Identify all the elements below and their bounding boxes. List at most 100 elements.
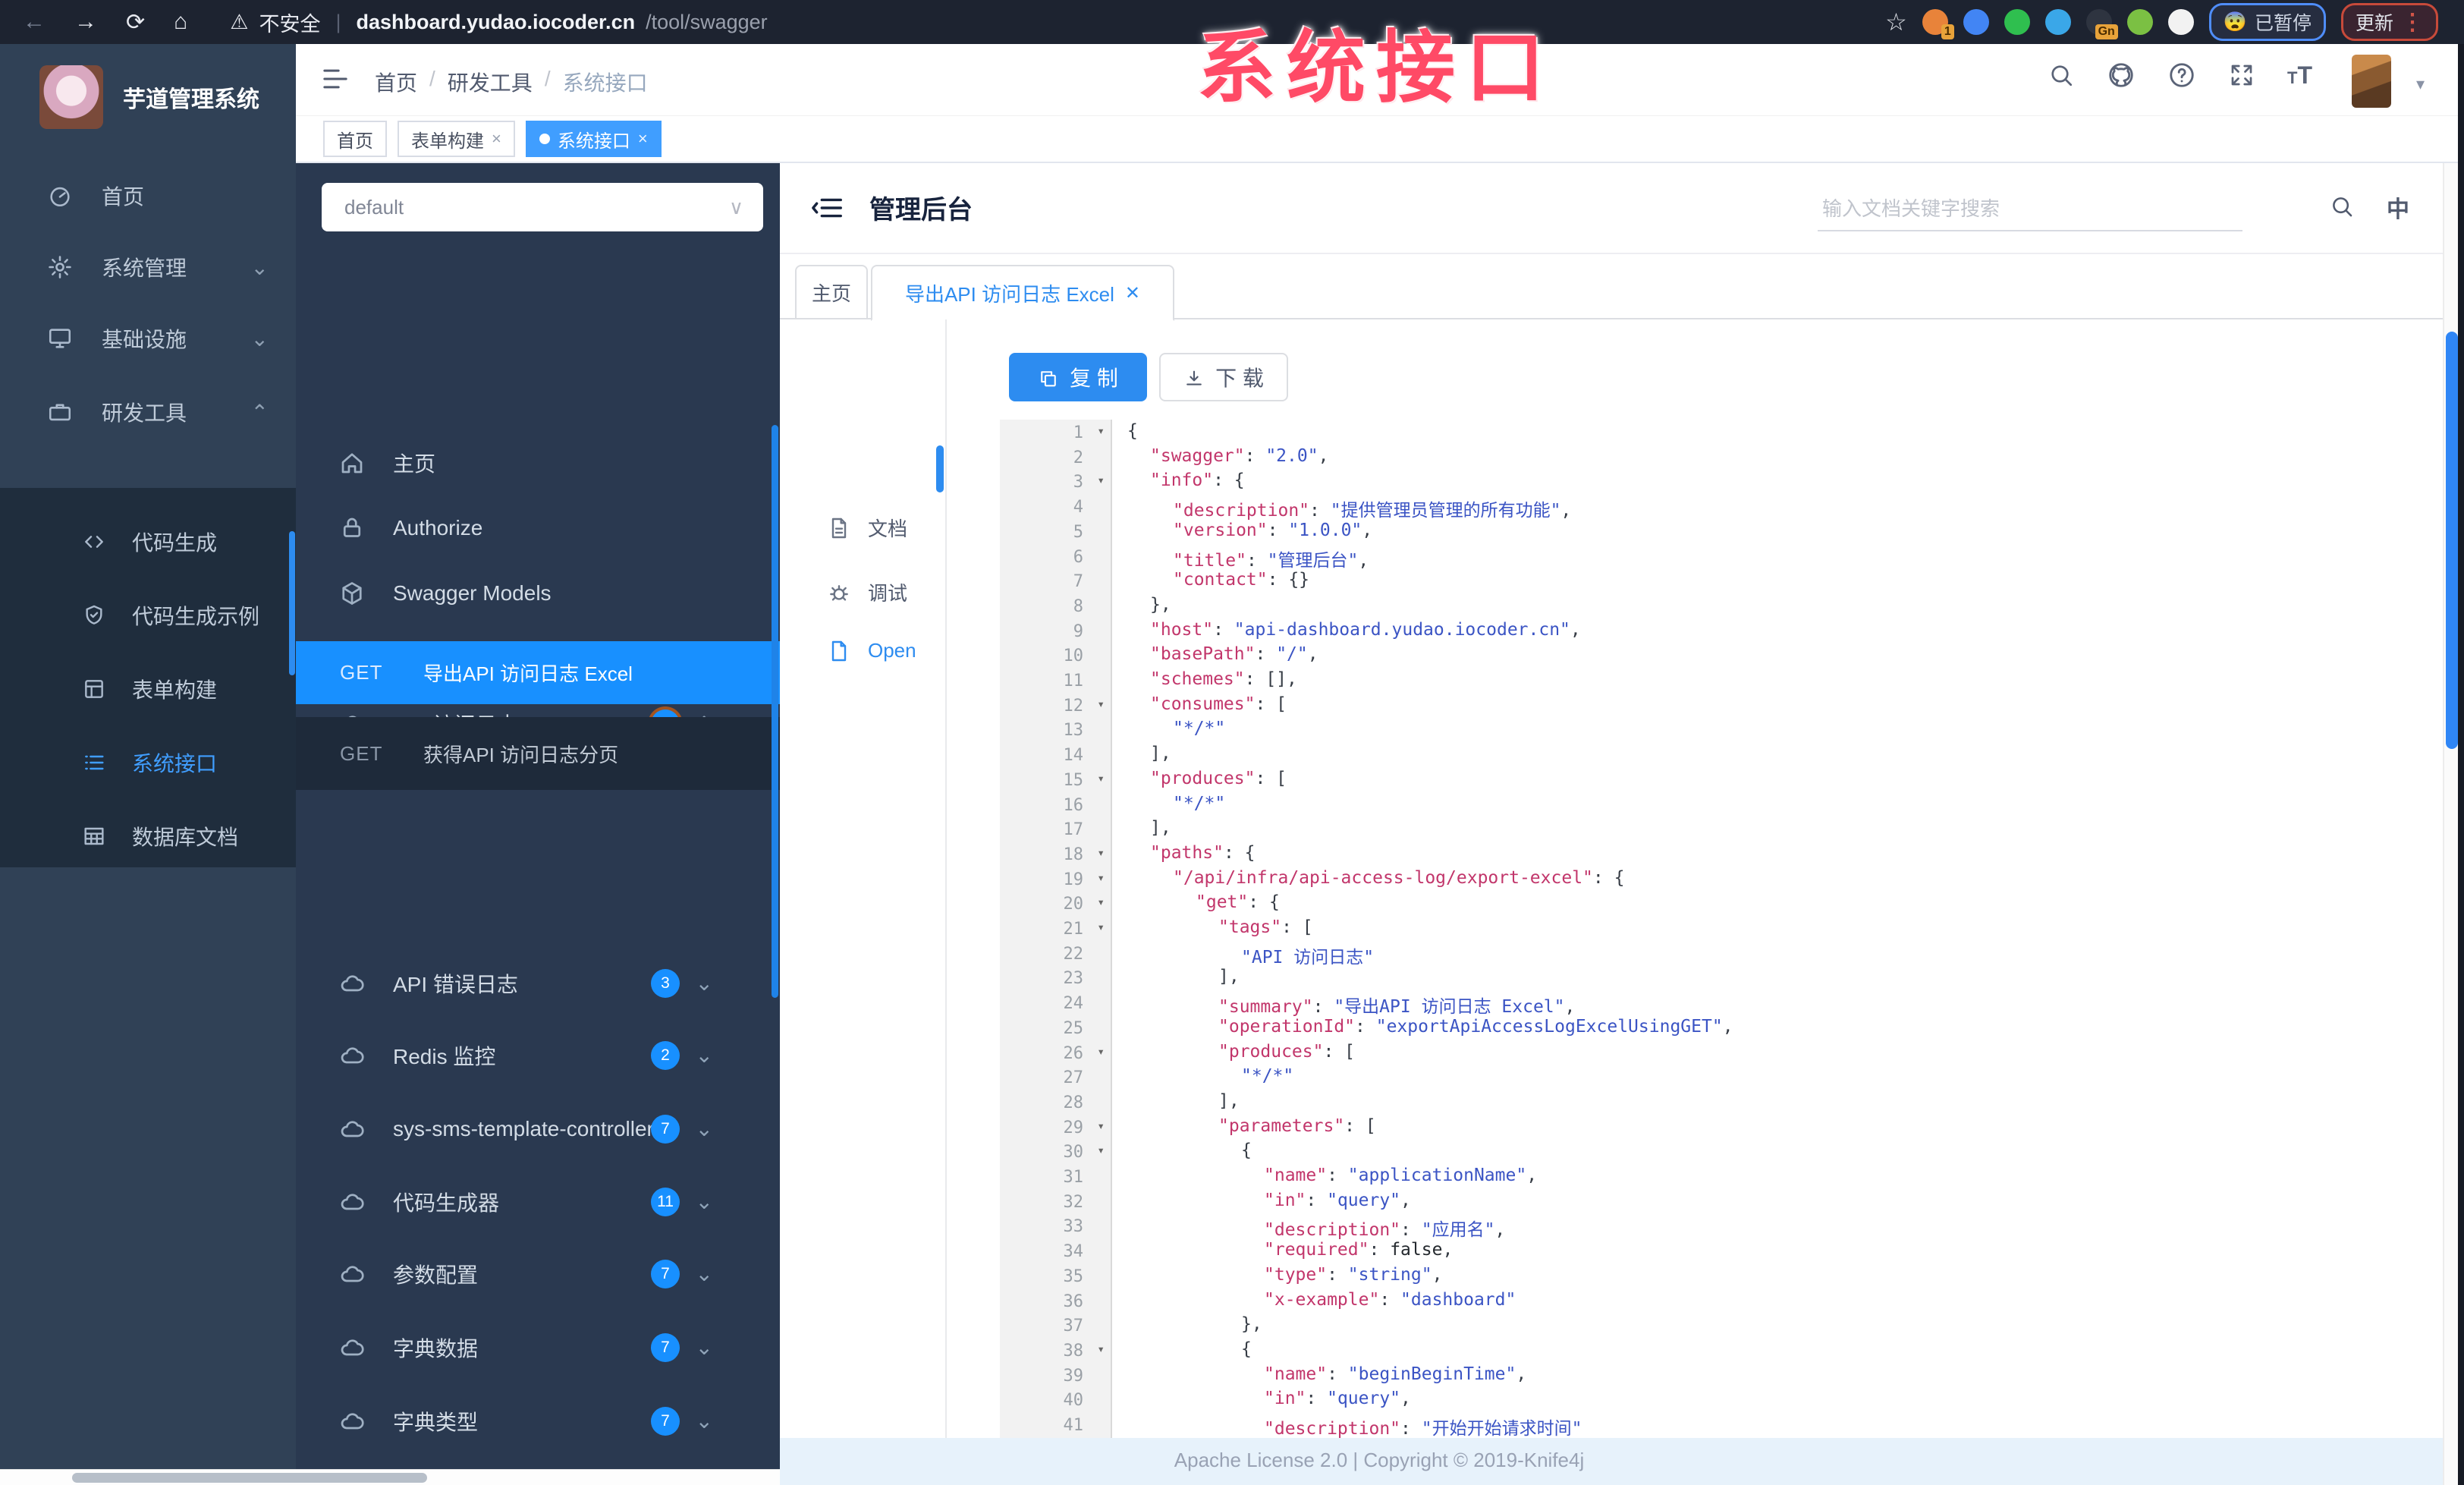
warning-icon: ⚠ [230, 10, 249, 33]
api-group-sys-sms-template-controller[interactable]: sys-sms-template-controller 7 ⌄ [296, 1093, 780, 1165]
fold-icon[interactable]: ▾ [1097, 845, 1105, 860]
close-icon[interactable]: ✕ [1125, 282, 1140, 304]
sidebar-item-系统管理[interactable]: 系统管理 ⌄ [0, 231, 296, 303]
sidebar-item-研发工具[interactable]: 研发工具 ⌃ [0, 376, 296, 448]
sidebar-scrollbar-thumb[interactable] [289, 531, 295, 675]
breadcrumb-item[interactable]: 系统接口 [563, 67, 648, 97]
side-tab-调试[interactable]: 调试 [827, 571, 907, 613]
breadcrumb-item[interactable]: 研发工具 [448, 67, 533, 97]
extension-drop-icon[interactable] [1963, 9, 1989, 35]
fold-icon[interactable]: ▾ [1097, 697, 1105, 711]
address-bar[interactable]: ⚠ 不安全 | dashboard.yudao.iocoder.cn/tool/… [230, 8, 767, 37]
browser-home-icon[interactable]: ⌂ [174, 9, 187, 35]
fold-icon[interactable]: ▾ [1097, 771, 1105, 785]
fold-icon[interactable]: ▾ [1097, 423, 1105, 438]
avatar[interactable] [2352, 55, 2391, 108]
code-editor[interactable]: 1 ▾ 2 3 ▾ 4 5 6 7 8 9 10 11 12 ▾ 13 14 15 ▾ 16 17 18 ▾ 19 ▾ 20 ▾ 21… [1000, 420, 2464, 1438]
operation-row[interactable]: GET 获得API 访问日志分页 [296, 717, 780, 790]
api-group-API 错误日志[interactable]: API 错误日志 3 ⌄ [296, 947, 780, 1019]
language-icon[interactable]: 中 [2387, 190, 2409, 224]
fold-icon[interactable]: ▾ [1097, 473, 1105, 487]
sidebar-subitem-系统接口[interactable]: 系统接口 [0, 725, 296, 799]
api-group-代码生成器[interactable]: 代码生成器 11 ⌄ [296, 1166, 780, 1238]
extension-gn-icon[interactable]: Gn [2085, 9, 2118, 39]
code-line: "required": false, [1264, 1240, 1454, 1260]
breadcrumb-item[interactable]: 首页 [375, 67, 417, 97]
horizontal-scrollbar[interactable] [0, 1469, 780, 1485]
side-tab-Open[interactable]: Open [827, 629, 916, 672]
close-icon[interactable]: × [638, 129, 648, 149]
extension-blue-icon[interactable] [2044, 9, 2071, 35]
fold-icon[interactable]: ▾ [1097, 1118, 1105, 1133]
app-logo: 芋道管理系统 [0, 44, 296, 129]
code-line: "*/*" [1241, 1066, 1294, 1087]
copy-button[interactable]: 复 制 [1009, 353, 1147, 401]
count-badge: 7 [651, 1332, 680, 1362]
browser-forward-icon[interactable]: → [74, 9, 97, 35]
tags-view-bar: 首页 表单构建 × 系统接口 × [296, 115, 2464, 163]
code-line: "tags": [ [1218, 917, 1313, 937]
paused-extension-pill[interactable]: 😨 已暂停 [2208, 3, 2326, 41]
api-group-select[interactable]: default ∨ [322, 183, 763, 231]
chevron-down-icon: ⌄ [695, 1190, 713, 1213]
sidebar-subitem-代码生成[interactable]: 代码生成 [0, 505, 296, 578]
tag-系统接口[interactable]: 系统接口 × [525, 121, 662, 157]
api-group-字典数据[interactable]: 字典数据 7 ⌄ [296, 1311, 780, 1383]
code-line: ], [1150, 744, 1171, 764]
bookmark-star-icon[interactable]: ☆ [1885, 8, 1907, 36]
fold-icon[interactable]: ▾ [1097, 870, 1105, 885]
window-edge [2458, 44, 2464, 1485]
count-badge: 2 [651, 1040, 680, 1070]
fold-icon[interactable]: ▾ [1097, 1044, 1105, 1059]
close-icon[interactable]: × [492, 129, 501, 149]
operation-row[interactable]: GET 导出API 访问日志 Excel [296, 641, 780, 704]
chevron-down-icon: ∨ [728, 195, 743, 219]
extension-orange-icon[interactable]: 1 [1922, 9, 1954, 39]
fold-icon[interactable]: ▾ [1097, 895, 1105, 909]
update-button[interactable]: 更新 ⋮ [2340, 3, 2438, 41]
sidebar-subitem-表单构建[interactable]: 表单构建 [0, 652, 296, 725]
fold-icon[interactable]: ▾ [1097, 920, 1105, 934]
browser-back-icon[interactable]: ← [23, 9, 46, 35]
fold-icon[interactable]: ▾ [1097, 1342, 1105, 1356]
tag-首页[interactable]: 首页 [323, 121, 387, 157]
download-button[interactable]: 下 载 [1159, 353, 1288, 401]
sidebar-subitem-代码生成示例[interactable]: 代码生成示例 [0, 578, 296, 652]
collapse-menu-icon[interactable] [810, 190, 845, 225]
sidebar-subitem-数据库文档[interactable]: 数据库文档 [0, 799, 296, 873]
swagger-nav-Swagger Models[interactable]: Swagger Models [296, 561, 780, 626]
fontsize-icon[interactable]: TT [2287, 61, 2312, 90]
side-tab-文档[interactable]: 文档 [827, 506, 907, 549]
chevron-down-icon[interactable]: ▾ [2416, 74, 2425, 94]
api-group-Redis 监控[interactable]: Redis 监控 2 ⌄ [296, 1019, 780, 1091]
doc-search-input[interactable]: 输入文档关键字搜索 [1818, 184, 2242, 231]
annotation-watermark: 系统接口 [1197, 24, 1556, 112]
line-number: 14 [1063, 746, 1084, 766]
search-icon[interactable] [2329, 193, 2355, 219]
tag-表单构建[interactable]: 表单构建 × [398, 121, 515, 157]
main-scrollbar-thumb[interactable] [2446, 332, 2458, 749]
api-group-字典类型[interactable]: 字典类型 7 ⌄ [296, 1385, 780, 1457]
horizontal-scrollbar-thumb[interactable] [72, 1473, 427, 1483]
extension-frog-icon[interactable] [2126, 9, 2153, 35]
paused-emoji-icon: 😨 [2223, 11, 2247, 33]
api-group-参数配置[interactable]: 参数配置 7 ⌄ [296, 1238, 780, 1310]
extension-green-check-icon[interactable] [2004, 9, 2030, 35]
browser-menu-icon[interactable]: ⋮ [2401, 9, 2424, 36]
sidebar-item-首页[interactable]: 首页 [0, 160, 296, 231]
line-number: 41 [1063, 1416, 1084, 1435]
fold-icon[interactable]: ▾ [1097, 1143, 1105, 1157]
swagger-nav-主页[interactable]: 主页 [296, 430, 780, 496]
swagger-sidebar-scrollbar-thumb[interactable] [772, 425, 778, 998]
browser-reload-icon[interactable]: ⟳ [126, 9, 145, 36]
mini-scrollbar-thumb[interactable] [936, 445, 944, 492]
swagger-nav-Authorize[interactable]: Authorize [296, 496, 780, 561]
count-badge: 3 [651, 968, 680, 998]
hamburger-icon[interactable] [320, 64, 350, 94]
sidebar-item-基础设施[interactable]: 基础设施 ⌄ [0, 303, 296, 374]
doc-tab-主页[interactable]: 主页 [795, 265, 868, 319]
doc-tab-导出API 访问日志 Excel[interactable]: 导出API 访问日志 Excel ✕ [871, 265, 1174, 321]
code-line: "type": "string", [1264, 1264, 1443, 1285]
line-number: 17 [1063, 820, 1084, 840]
extension-star-icon[interactable] [2167, 9, 2194, 35]
